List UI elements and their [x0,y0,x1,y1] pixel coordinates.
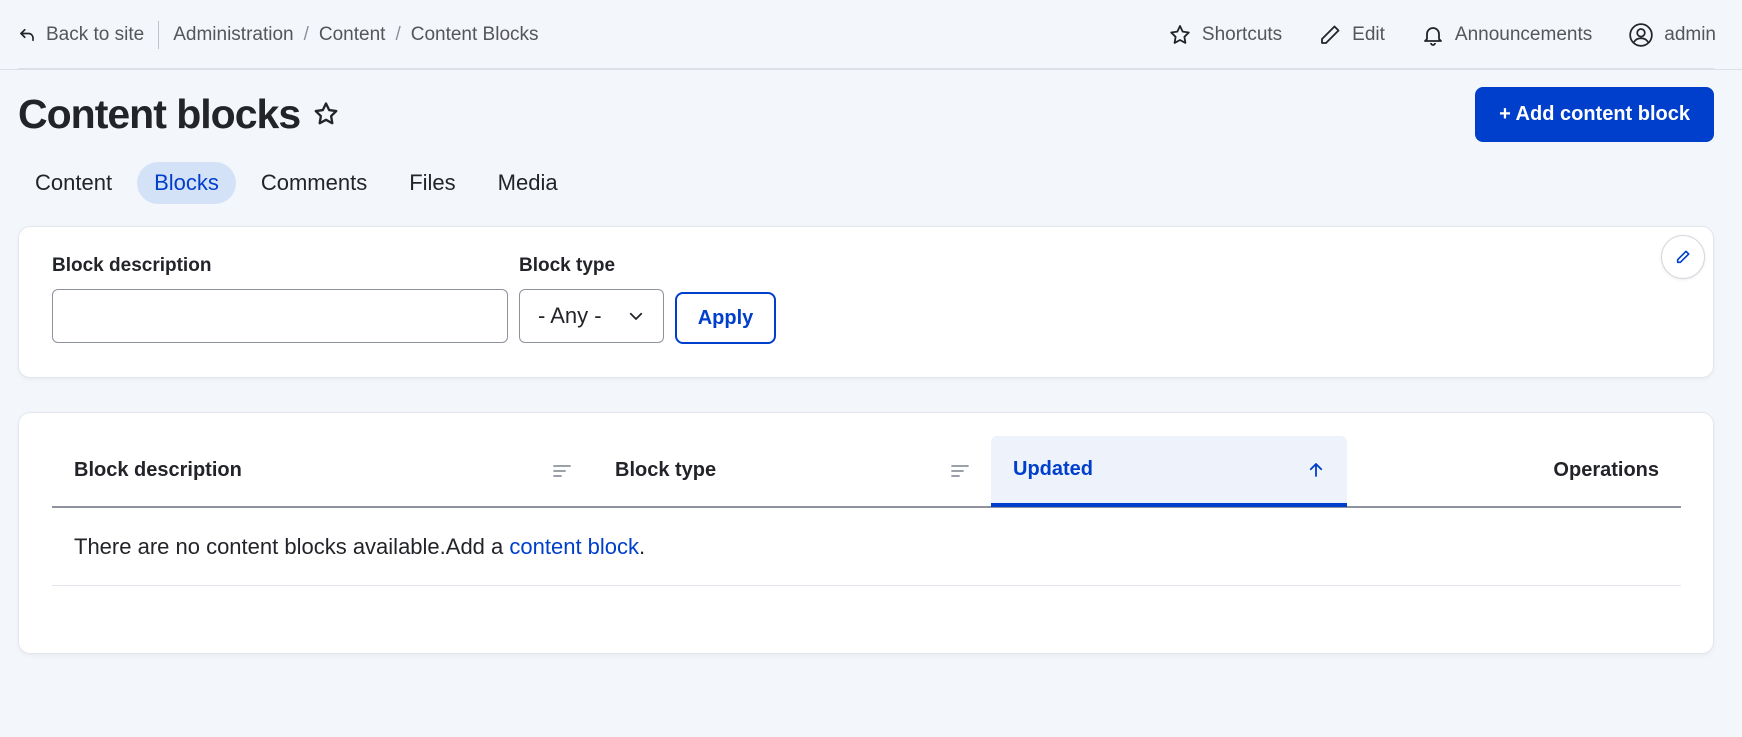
column-label: Block description [74,459,242,481]
sort-icon [553,464,571,477]
content-blocks-table-card: Block description Block type Updated Ope… [18,412,1714,654]
edit-button[interactable]: Edit [1318,23,1385,47]
breadcrumb-separator: / [395,23,401,45]
edit-label: Edit [1352,23,1385,45]
contextual-edit-button[interactable] [1661,235,1705,279]
page-header: Content blocks + Add content block [18,84,1714,144]
title-wrap: Content blocks [18,91,340,138]
type-filter-label: Block type [519,255,616,276]
content-block-link[interactable]: content block [509,534,639,560]
sort-icon [951,464,969,477]
description-filter-label: Block description [52,255,212,276]
toolbar-left: Back to site Administration / Content / … [18,20,539,49]
user-menu-button[interactable]: admin [1628,22,1716,48]
shortcuts-button[interactable]: Shortcuts [1168,23,1282,47]
block-type-selected: - Any - [538,303,602,328]
toolbar-vertical-divider [158,20,160,49]
breadcrumb-separator: / [303,23,309,45]
column-updated[interactable]: Updated [991,436,1347,507]
table-empty-row: There are no content blocks available.Ad… [52,508,1681,586]
column-block-description[interactable]: Block description [52,435,593,506]
announcements-button[interactable]: Announcements [1421,23,1592,47]
breadcrumb-content-blocks: Content Blocks [410,23,539,45]
apply-button[interactable]: Apply [675,292,776,344]
star-icon[interactable] [312,100,340,128]
user-icon [1629,22,1653,47]
column-label: Operations [1553,459,1659,481]
breadcrumb-content[interactable]: Content [319,24,386,46]
shortcuts-label: Shortcuts [1201,23,1283,45]
back-to-site-link[interactable]: Back to site [18,24,158,46]
column-label: Updated [1013,458,1093,480]
tab-content[interactable]: Content [18,162,129,204]
user-label: admin [1664,23,1716,45]
tab-blocks[interactable]: Blocks [137,162,236,204]
tab-files[interactable]: Files [392,162,472,204]
add-content-block-button[interactable]: + Add content block [1475,86,1714,142]
chevron-down-icon [629,312,643,320]
admin-toolbar: Back to site Administration / Content / … [0,0,1742,70]
description-filter: Block description [52,255,508,343]
arrow-up-icon [1309,462,1323,477]
empty-suffix: . [639,533,646,559]
column-label: Block type [615,459,717,481]
star-icon [1170,24,1190,44]
block-type-select[interactable]: - Any - [519,289,664,343]
pencil-icon [1676,250,1690,264]
type-filter: Block type - Any - [519,255,664,343]
empty-message: There are no content blocks available.Ad… [74,533,504,559]
pencil-icon [1321,25,1340,44]
column-block-type[interactable]: Block type [593,435,991,506]
block-description-input[interactable] [52,289,508,343]
back-to-site-label: Back to site [46,23,145,45]
announcements-label: Announcements [1454,23,1593,45]
column-operations: Operations [1347,435,1681,506]
back-arrow-icon [20,28,34,41]
breadcrumb: Administration / Content / Content Block… [173,24,538,46]
page-title: Content blocks [18,90,301,137]
toolbar-right: Shortcuts Edit Announcements admin [1168,22,1724,48]
table-header: Block description Block type Updated Ope… [52,435,1681,508]
toolbar-divider [18,68,1714,69]
primary-tabs: Content Blocks Comments Files Media [18,162,575,204]
tab-comments[interactable]: Comments [244,162,384,204]
breadcrumb-administration[interactable]: Administration [173,24,293,46]
filter-form: Block description Block type - Any - App… [18,226,1714,378]
bell-icon [1424,26,1442,46]
tab-media[interactable]: Media [481,162,575,204]
content-blocks-table: Block description Block type Updated Ope… [52,435,1681,586]
